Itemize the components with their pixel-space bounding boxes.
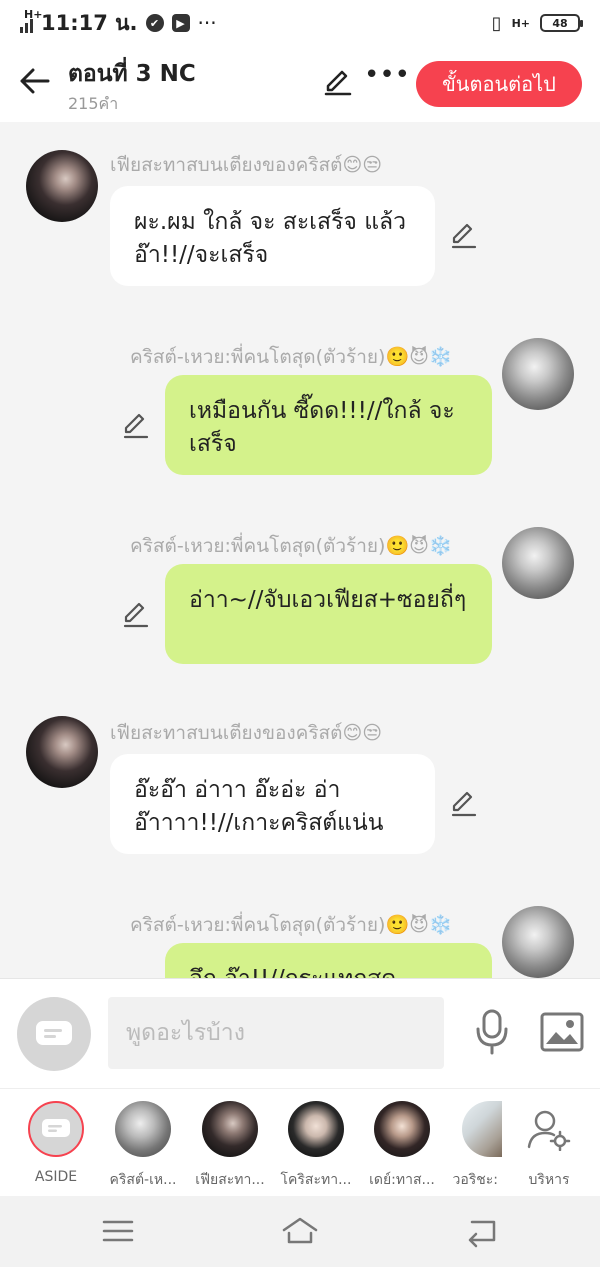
aside-toggle-button[interactable]: [17, 997, 91, 1071]
avatar: [374, 1101, 430, 1157]
message-bubble[interactable]: อึก อ๊า!!//กระแทกสุด: [165, 943, 492, 978]
character-label: บริหาร: [528, 1172, 570, 1188]
character-item[interactable]: โคริสะทา...: [276, 1101, 356, 1191]
word-count: 215คำ: [68, 94, 119, 113]
character-item[interactable]: เฟียสะทา...: [190, 1101, 270, 1191]
manage-user-icon: [521, 1101, 577, 1157]
compose-bar: [0, 978, 600, 1088]
menu-icon[interactable]: [98, 1214, 138, 1248]
message-sender-name: คริสต์-เหวย:พี่คนโตสุด(ตัวร้าย)🙂😈❄️: [130, 914, 453, 936]
character-aside[interactable]: ASIDE: [16, 1101, 96, 1185]
edit-message-icon[interactable]: [450, 222, 478, 250]
edit-message-icon[interactable]: [450, 790, 478, 818]
manage-characters-button[interactable]: บริหาร: [509, 1101, 589, 1191]
microphone-icon[interactable]: [474, 1009, 510, 1055]
edit-pen-icon[interactable]: [322, 66, 354, 98]
youtube-icon: ▶: [171, 14, 190, 32]
character-label: ASIDE: [34, 1169, 78, 1185]
check-circle-icon: ✔: [145, 14, 164, 32]
character-item[interactable]: คริสต์-เห...: [103, 1101, 183, 1191]
message-text: อึก อ๊า!!//กระแทกสุด: [189, 966, 396, 978]
message-bubble[interactable]: อ่าา~//จับเอวเฟียส+ซอยถี่ๆ: [165, 564, 492, 664]
character-label: วอริชะ:: [452, 1172, 498, 1188]
avatar[interactable]: [502, 338, 574, 410]
signal-icon: H+: [20, 9, 42, 33]
overflow-dots-icon: ···: [197, 11, 217, 35]
avatar[interactable]: [502, 906, 574, 978]
avatar: [115, 1101, 171, 1157]
system-nav-bar: [0, 1196, 600, 1267]
avatar: [288, 1101, 344, 1157]
message-text: ผะ.ผม ใกล้ จะ สะเสร็จ แล้ว อ๊า!!//จะเสร็…: [134, 209, 407, 268]
avatar[interactable]: [26, 716, 98, 788]
battery-level: 48: [552, 16, 568, 30]
character-selector: ASIDE คริสต์-เห... เฟียสะทา... โคริสะทา.…: [0, 1088, 600, 1196]
character-item[interactable]: วอริชะ:: [438, 1101, 502, 1191]
message-bubble[interactable]: ผะ.ผม ใกล้ จะ สะเสร็จ แล้ว อ๊า!!//จะเสร็…: [110, 186, 435, 286]
battery-icon: 48: [540, 14, 583, 32]
vibrate-icon: ▯: [491, 12, 502, 34]
character-label: คริสต์-เห...: [109, 1172, 177, 1188]
next-step-button[interactable]: ขั้นตอนต่อไป: [416, 61, 582, 107]
message-text: เหมือนกัน ซี๊ดด!!!//ใกล้ จะเสร็จ: [189, 398, 455, 457]
back-nav-icon[interactable]: [462, 1214, 502, 1248]
avatar[interactable]: [502, 527, 574, 599]
network-type: H+: [24, 8, 43, 21]
avatar: [462, 1101, 502, 1157]
character-item[interactable]: เดย์:ทาส...: [362, 1101, 442, 1191]
character-label: โคริสะทา...: [280, 1172, 352, 1188]
message-bubble[interactable]: อ๊ะอ๊า อ่าาา อ๊ะอ่ะ อ่า อ๊าาาา!!//เกาะคร…: [110, 754, 435, 854]
network-type-right: H+: [511, 16, 530, 30]
edit-message-icon[interactable]: [122, 412, 150, 440]
status-bar: H+ 11:17 น. ✔ ▶ ··· ▯ H+ 48: [0, 0, 600, 46]
message-sender-name: เฟียสะทาสบนเตียงของคริสต์😊😒: [110, 722, 383, 744]
more-options-icon[interactable]: •••: [364, 62, 410, 98]
avatar: [202, 1101, 258, 1157]
message-sender-name: เฟียสะทาสบนเตียงของคริสต์😊😒: [110, 154, 383, 176]
character-label: เดย์:ทาส...: [369, 1172, 435, 1188]
aside-icon: [28, 1101, 84, 1157]
edit-message-icon[interactable]: [122, 601, 150, 629]
message-bubble[interactable]: เหมือนกัน ซี๊ดด!!!//ใกล้ จะเสร็จ: [165, 375, 492, 475]
avatar[interactable]: [26, 150, 98, 222]
message-sender-name: คริสต์-เหวย:พี่คนโตสุด(ตัวร้าย)🙂😈❄️: [130, 535, 453, 557]
app-header: ตอนที่ 3 NC 215คำ ••• ขั้นตอนต่อไป: [0, 46, 600, 122]
chat-area[interactable]: เฟียสะทาสบนเตียงของคริสต์😊😒 ผะ.ผม ใกล้ จ…: [0, 122, 600, 978]
message-sender-name: คริสต์-เหวย:พี่คนโตสุด(ตัวร้าย)🙂😈❄️: [130, 346, 453, 368]
page-title: ตอนที่ 3 NC: [68, 61, 196, 87]
character-label: เฟียสะทา...: [195, 1172, 265, 1188]
message-input[interactable]: [108, 997, 444, 1069]
back-arrow-icon[interactable]: [18, 64, 52, 98]
message-text: อ่าา~//จับเอวเฟียส+ซอยถี่ๆ: [189, 587, 467, 613]
message-text: อ๊ะอ๊า อ่าาา อ๊ะอ่ะ อ่า อ๊าาาา!!//เกาะคร…: [134, 777, 384, 836]
home-icon[interactable]: [280, 1214, 320, 1248]
status-time: 11:17 น.: [41, 10, 138, 35]
image-upload-icon[interactable]: [540, 1012, 584, 1052]
